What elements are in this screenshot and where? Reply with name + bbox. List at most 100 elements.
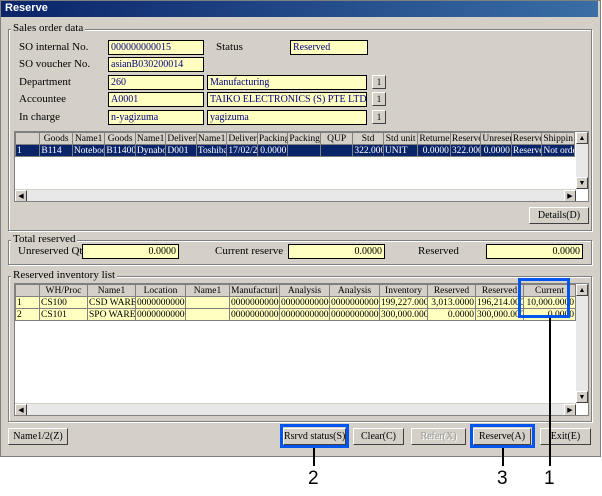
inventory-cell[interactable]: 000000000000 [279, 308, 330, 321]
goods-grid[interactable]: Goods Name1 Goods Name1 Deliver Name1 Deliver P… [14, 131, 589, 202]
inventory-header-6[interactable]: Analysis [279, 284, 330, 297]
goods-cell[interactable] [319, 144, 354, 157]
goods-header-9[interactable]: Packing [287, 132, 321, 145]
goods-header-16[interactable]: Reserve [510, 132, 543, 145]
inventory-vscrollbar[interactable]: ▲ ▼ [576, 284, 588, 403]
scroll-up-icon[interactable]: ▲ [576, 132, 588, 144]
scroll-right-icon[interactable]: ▶ [564, 190, 576, 201]
accountee-name-field[interactable]: TAIKO ELECTRONICS (S) PTE LTD [207, 92, 367, 107]
inventory-cell[interactable]: 000000000000 [279, 296, 330, 309]
inventory-cell[interactable]: 0.0000 [427, 308, 476, 321]
accountee-code-field[interactable]: A0001 [108, 92, 204, 107]
unreserved-qty-field[interactable]: 0.0000 [82, 244, 179, 259]
so-voucher-field[interactable]: asianB030200014 [108, 57, 204, 72]
goods-cell[interactable]: 322.0000 [449, 144, 482, 157]
goods-cell[interactable]: 322.0000 [352, 144, 384, 157]
name12-button[interactable]: Name1/2(Z) [8, 428, 68, 445]
department-name-field[interactable]: Manufacturing [207, 75, 367, 90]
goods-header-7[interactable]: Deliver [226, 132, 258, 145]
goods-cell[interactable] [287, 144, 321, 157]
inventory-header-9[interactable]: Reserved [427, 284, 476, 297]
inventory-grid[interactable]: WH/Proc Name1 Location Name1 Manufacturi Anal… [14, 283, 589, 416]
goods-header-11[interactable]: Std [352, 132, 384, 145]
clear-button[interactable]: Clear(C) [353, 428, 404, 445]
inventory-cell[interactable]: CS101 [39, 308, 88, 321]
inventory-cell[interactable] [185, 296, 230, 309]
reserved-field[interactable]: 0.0000 [486, 244, 583, 259]
inventory-cell[interactable]: 1 [15, 296, 40, 309]
goods-header-6[interactable]: Name1 [195, 132, 228, 145]
inventory-row[interactable]: 2CS101SPO WAREH0000000000000000000000000… [15, 308, 576, 321]
department-lookup-button[interactable]: 1 [372, 75, 386, 89]
goods-cell[interactable]: B114 [39, 144, 73, 157]
goods-header-17[interactable]: Shippin [541, 132, 575, 145]
goods-cell[interactable]: Dynaboc [134, 144, 167, 157]
scroll-down-icon[interactable]: ▼ [576, 177, 588, 189]
inventory-cell[interactable]: 196,214.0000 [475, 296, 524, 309]
refer-button[interactable]: Refer(X) [411, 428, 466, 445]
inventory-cell[interactable] [185, 308, 230, 321]
incharge-name-field[interactable]: yagizuma [207, 110, 367, 125]
goods-cell[interactable]: D001 [165, 144, 197, 157]
inventory-header-7[interactable]: Analysis [329, 284, 380, 297]
goods-cell[interactable]: 0.0000 [256, 144, 289, 157]
details-button[interactable]: Details(D) [529, 207, 589, 224]
inventory-cell[interactable]: CSD WAREH [87, 296, 136, 309]
goods-cell[interactable]: 1 [15, 144, 41, 157]
inventory-header-3[interactable]: Location [135, 284, 186, 297]
goods-header-13[interactable]: Returne [417, 132, 451, 145]
inventory-cell[interactable]: 300,000.0000 [379, 308, 428, 321]
so-internal-field[interactable]: 000000000015 [108, 40, 204, 55]
inventory-header-10[interactable]: Reserved [475, 284, 524, 297]
inventory-row[interactable]: 1CS100CSD WAREH0000000000000000000000000… [15, 296, 576, 309]
inventory-cell[interactable]: 199,227.0000 [379, 296, 428, 309]
goods-cell[interactable]: 0.0000 [417, 144, 451, 157]
goods-cell[interactable]: Noteboo [71, 144, 106, 157]
goods-header-3[interactable]: Goods [104, 132, 136, 145]
goods-header-8[interactable]: Packing [256, 132, 289, 145]
goods-header-1[interactable]: Goods [39, 132, 73, 145]
inventory-cell[interactable]: SPO WAREH [87, 308, 136, 321]
inventory-cell[interactable]: 3,013.0000 [427, 296, 476, 309]
goods-header-0[interactable] [15, 132, 41, 145]
goods-header-12[interactable]: Std unit [382, 132, 419, 145]
scroll-left-icon[interactable]: ◀ [15, 190, 27, 201]
goods-cell[interactable]: Toshiba [195, 144, 228, 157]
goods-cell[interactable]: 0.0000 [480, 144, 512, 157]
goods-header-14[interactable]: Reserve [449, 132, 482, 145]
scroll-up-icon[interactable]: ▲ [576, 284, 588, 296]
goods-cell[interactable]: 17/02/20 [226, 144, 258, 157]
goods-cell[interactable]: Reservec [510, 144, 543, 157]
status-field[interactable]: Reserved [290, 40, 368, 55]
department-code-field[interactable]: 260 [108, 75, 204, 90]
inventory-header-4[interactable]: Name1 [185, 284, 230, 297]
goods-header-2[interactable]: Name1 [71, 132, 106, 145]
inventory-hscrollbar[interactable]: ◀ ▶ [15, 403, 576, 415]
current-reserve-field[interactable]: 0.0000 [288, 244, 385, 259]
inventory-header-0[interactable] [15, 284, 40, 297]
goods-hscrollbar[interactable]: ◀ ▶ [15, 189, 576, 201]
incharge-lookup-button[interactable]: 1 [372, 110, 386, 124]
inventory-header-8[interactable]: Inventory [379, 284, 428, 297]
goods-row[interactable]: 1B114NotebooB114001DynabocD001Toshiba17/… [15, 144, 575, 157]
goods-cell[interactable]: UNIT [382, 144, 419, 157]
inventory-cell[interactable]: 00000000000 [135, 296, 186, 309]
goods-cell[interactable]: Not orde [541, 144, 575, 157]
goods-vscrollbar[interactable]: ▲ ▼ [576, 132, 588, 189]
goods-header-15[interactable]: Unreser [480, 132, 512, 145]
scroll-right-icon[interactable]: ▶ [564, 404, 576, 415]
exit-button[interactable]: Exit(E) [540, 428, 591, 445]
accountee-lookup-button[interactable]: 1 [372, 92, 386, 106]
inventory-cell[interactable]: 000000000000 [329, 308, 380, 321]
inventory-cell[interactable]: 00000000000 [135, 308, 186, 321]
goods-cell[interactable]: B114001 [104, 144, 136, 157]
inventory-cell[interactable]: 000000000000 [229, 308, 280, 321]
goods-header-4[interactable]: Name1 [134, 132, 167, 145]
inventory-header-2[interactable]: Name1 [87, 284, 136, 297]
scroll-down-icon[interactable]: ▼ [576, 391, 588, 403]
inventory-cell[interactable]: 000000000000 [329, 296, 380, 309]
goods-header-5[interactable]: Deliver [165, 132, 197, 145]
incharge-code-field[interactable]: n-yagizuma [108, 110, 204, 125]
inventory-header-5[interactable]: Manufacturi [229, 284, 280, 297]
inventory-header-1[interactable]: WH/Proc [39, 284, 88, 297]
